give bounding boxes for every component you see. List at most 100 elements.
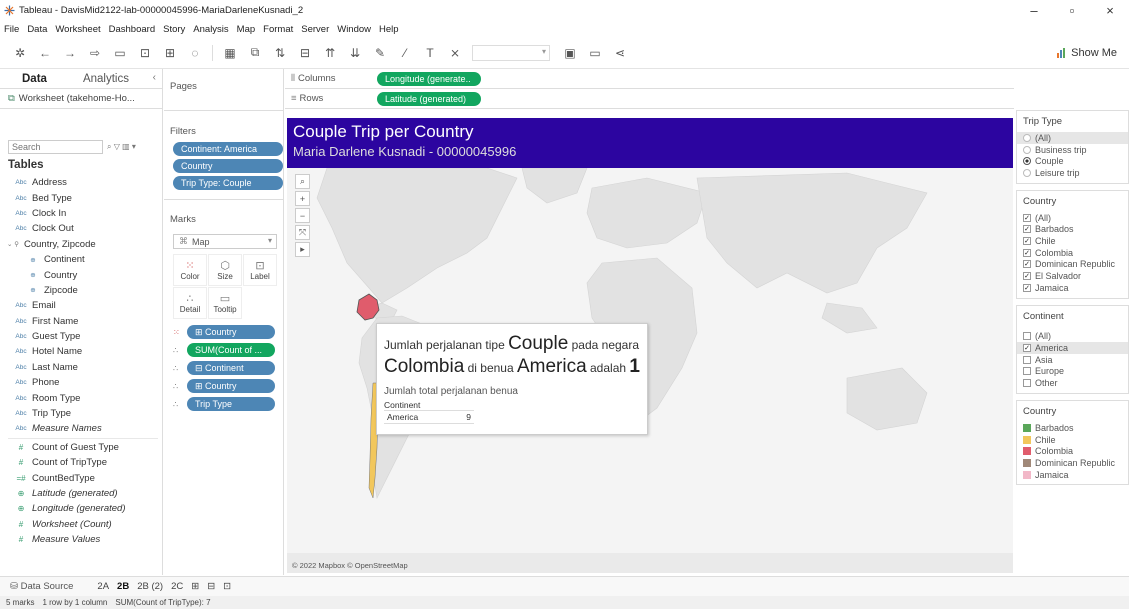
new-datasource-icon[interactable]: ⊡ bbox=[137, 45, 153, 61]
menu-dashboard[interactable]: Dashboard bbox=[109, 24, 155, 35]
search-input[interactable] bbox=[8, 140, 103, 154]
sheet-tab-2a[interactable]: 2A bbox=[97, 581, 109, 592]
menu-window[interactable]: Window bbox=[337, 24, 371, 35]
expand-tools-icon[interactable]: ▸ bbox=[295, 242, 310, 257]
mark-pill-country-color[interactable]: ⊞ Country bbox=[187, 325, 275, 339]
pause-updates-icon[interactable]: ◌ bbox=[187, 45, 203, 61]
rows-shelf[interactable]: ≡ Rows Latitude (generated) bbox=[285, 89, 1014, 109]
country-option-all[interactable]: ✓ (All) bbox=[1017, 212, 1128, 224]
replay-icon[interactable]: ⇨ bbox=[87, 45, 103, 61]
tooltip-button[interactable]: ▭ Tooltip bbox=[208, 287, 242, 319]
tableau-home-icon[interactable]: ✲ bbox=[12, 45, 28, 61]
detail-button[interactable]: ∴ Detail bbox=[173, 287, 207, 319]
field-trip-type[interactable]: Abc Trip Type bbox=[0, 406, 162, 421]
show-me-chart-icon[interactable]: ▦ bbox=[222, 45, 238, 61]
reset-view-icon[interactable]: ⤧ bbox=[295, 225, 310, 240]
maximize-button[interactable]: ▫ bbox=[1053, 0, 1091, 21]
highlight-icon[interactable]: ✎ bbox=[372, 45, 388, 61]
field-clock-in[interactable]: Abc Clock In bbox=[0, 206, 162, 221]
field-count-of-triptype[interactable]: # Count of TripType bbox=[0, 455, 162, 470]
tooltip-toggle-icon[interactable]: ▭ bbox=[587, 45, 603, 61]
minimize-button[interactable]: – bbox=[1015, 0, 1053, 21]
mark-pill-country-detail[interactable]: ⊞ Country bbox=[187, 379, 275, 393]
save-icon[interactable]: ▭ bbox=[112, 45, 128, 61]
menu-story[interactable]: Story bbox=[163, 24, 185, 35]
country-option-colombia[interactable]: ✓ Colombia bbox=[1017, 247, 1128, 259]
trip-type-option-business[interactable]: Business trip bbox=[1017, 144, 1128, 156]
close-button[interactable]: × bbox=[1091, 0, 1129, 21]
trip-type-option-couple[interactable]: Couple bbox=[1017, 155, 1128, 167]
country-option-dominican-republic[interactable]: ✓ Dominican Republic bbox=[1017, 259, 1128, 271]
sheet-tab-2b[interactable]: 2B bbox=[117, 581, 129, 592]
tab-data-source[interactable]: ⛁ Data Source bbox=[10, 581, 73, 592]
field-first-name[interactable]: Abc First Name bbox=[0, 314, 162, 329]
filter-pill-country[interactable]: Country bbox=[173, 159, 283, 173]
field-country-zipcode[interactable]: ⌄ ⚲ Country, Zipcode bbox=[0, 237, 162, 252]
menu-file[interactable]: File bbox=[4, 24, 19, 35]
menu-data[interactable]: Data bbox=[27, 24, 47, 35]
menu-analysis[interactable]: Analysis bbox=[193, 24, 228, 35]
undo-icon[interactable]: ← bbox=[37, 45, 53, 61]
menu-map[interactable]: Map bbox=[237, 24, 255, 35]
field-country[interactable]: ⊕ Country bbox=[0, 267, 162, 282]
field-bed-type[interactable]: Abc Bed Type bbox=[0, 190, 162, 205]
field-measure-names[interactable]: Abc Measure Names bbox=[0, 421, 162, 436]
zoom-out-icon[interactable]: − bbox=[295, 208, 310, 223]
continent-option-all[interactable]: (All) bbox=[1017, 331, 1128, 343]
field-measure-values[interactable]: # Measure Values bbox=[0, 532, 162, 547]
field-hotel-name[interactable]: Abc Hotel Name bbox=[0, 344, 162, 359]
sheet-tab-2b-2[interactable]: 2B (2) bbox=[137, 581, 163, 592]
field-phone[interactable]: Abc Phone bbox=[0, 375, 162, 390]
redo-icon[interactable]: → bbox=[62, 45, 78, 61]
menu-format[interactable]: Format bbox=[263, 24, 293, 35]
tab-data[interactable]: Data bbox=[0, 73, 55, 85]
continent-option-other[interactable]: Other bbox=[1017, 377, 1128, 389]
country-option-jamaica[interactable]: ✓ Jamaica bbox=[1017, 282, 1128, 294]
legend-item-colombia[interactable]: Colombia bbox=[1017, 445, 1128, 457]
size-button[interactable]: ⬡ Size bbox=[208, 254, 242, 286]
menu-server[interactable]: Server bbox=[301, 24, 329, 35]
new-worksheet-icon[interactable]: ⊞ bbox=[162, 45, 178, 61]
duplicate-icon[interactable]: ⧉ bbox=[247, 45, 263, 61]
new-story-icon[interactable]: ⊡ bbox=[223, 581, 231, 592]
brush-icon[interactable]: ⁄ bbox=[397, 45, 413, 61]
trip-type-option-all[interactable]: (All) bbox=[1017, 132, 1128, 144]
menu-help[interactable]: Help bbox=[379, 24, 399, 35]
search-icon[interactable]: ⌕ ▽ ▥ ▾ bbox=[107, 142, 136, 152]
field-count-of-guest-type[interactable]: # Count of Guest Type bbox=[0, 440, 162, 455]
field-email[interactable]: Abc Email bbox=[0, 298, 162, 313]
country-option-barbados[interactable]: ✓ Barbados bbox=[1017, 223, 1128, 235]
datasource-item[interactable]: ⧉ Worksheet (takehome-Ho... bbox=[0, 89, 162, 109]
labels-icon[interactable]: T bbox=[422, 45, 438, 61]
show-me-button[interactable]: Show Me bbox=[1057, 47, 1117, 59]
country-option-el-salvador[interactable]: ✓ El Salvador bbox=[1017, 270, 1128, 282]
sort-descending-icon[interactable]: ⇊ bbox=[347, 45, 363, 61]
mark-pill-continent[interactable]: ⊟ Continent bbox=[187, 361, 275, 375]
new-worksheet-icon[interactable]: ⊞ bbox=[191, 581, 199, 592]
legend-item-chile[interactable]: Chile bbox=[1017, 434, 1128, 446]
field-longitude-generated[interactable]: ⊕ Longitude (generated) bbox=[0, 501, 162, 516]
field-room-type[interactable]: Abc Room Type bbox=[0, 390, 162, 405]
new-dashboard-icon[interactable]: ⊟ bbox=[207, 581, 215, 592]
continent-option-europe[interactable]: Europe bbox=[1017, 366, 1128, 378]
filter-pill-trip-type[interactable]: Trip Type: Couple bbox=[173, 176, 283, 190]
tab-analytics[interactable]: Analytics bbox=[55, 73, 137, 85]
legend-item-barbados[interactable]: Barbados bbox=[1017, 422, 1128, 434]
presentation-icon[interactable]: ▣ bbox=[562, 45, 578, 61]
collapse-icon[interactable]: ‹ bbox=[153, 72, 156, 83]
rows-pill-latitude[interactable]: Latitude (generated) bbox=[377, 91, 481, 106]
sheet-tab-2c[interactable]: 2C bbox=[171, 581, 183, 592]
filter-pill-continent[interactable]: Continent: America bbox=[173, 142, 283, 156]
legend-item-jamaica[interactable]: Jamaica bbox=[1017, 469, 1128, 481]
mark-pill-sum-count[interactable]: SUM(Count of ... bbox=[187, 343, 275, 357]
fit-dropdown[interactable] bbox=[472, 44, 550, 61]
group-icon[interactable]: ⊟ bbox=[297, 45, 313, 61]
columns-shelf[interactable]: ⫴ Columns Longitude (generate.. bbox=[285, 69, 1014, 89]
field-continent[interactable]: ⊕ Continent bbox=[0, 252, 162, 267]
mark-pill-trip-type[interactable]: Trip Type bbox=[187, 397, 275, 411]
color-button[interactable]: ⁙ Color bbox=[173, 254, 207, 286]
clear-icon[interactable]: ⨯ bbox=[447, 45, 463, 61]
field-latitude-generated[interactable]: ⊕ Latitude (generated) bbox=[0, 486, 162, 501]
swap-icon[interactable]: ⇅ bbox=[272, 45, 288, 61]
field-clock-out[interactable]: Abc Clock Out bbox=[0, 221, 162, 236]
